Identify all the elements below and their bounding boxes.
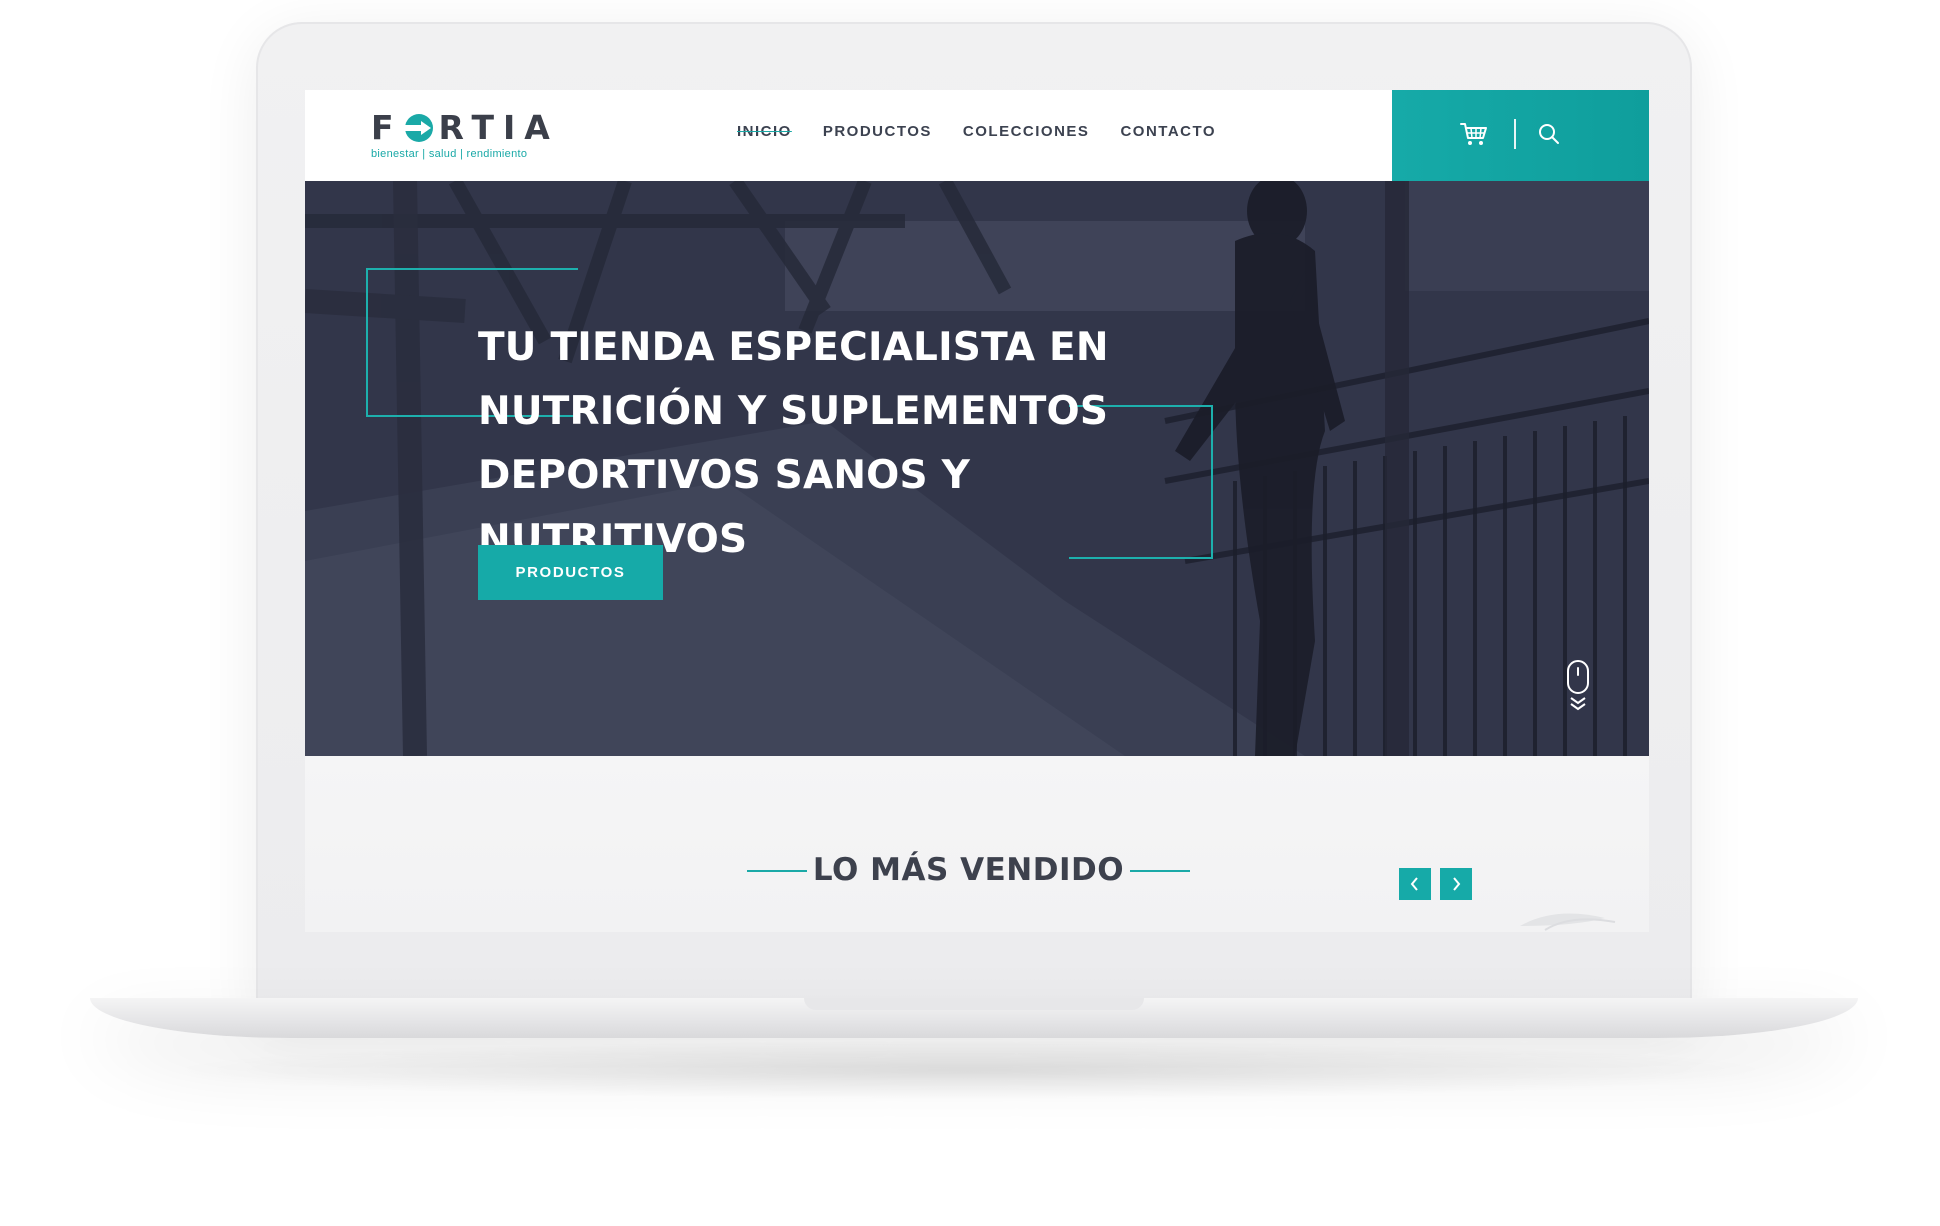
search-icon[interactable] [1538, 123, 1560, 145]
carousel-next-button[interactable] [1440, 868, 1472, 900]
chevron-left-icon [1410, 877, 1418, 891]
brand-tagline: bienestar | salud | rendimiento [371, 148, 528, 160]
hero-products-button[interactable]: PRODUCTOS [478, 545, 663, 600]
section-divider-right [1130, 870, 1190, 872]
brand-arrow-icon [402, 114, 433, 142]
brand-wordmark: F RTIA [371, 110, 559, 146]
bestsellers-section: LO MÁS VENDIDO [305, 756, 1649, 932]
brand-name-left: F [371, 108, 403, 147]
main-nav: INICIO PRODUCTOS COLECCIONES CONTACTO [737, 123, 1216, 140]
hero-title: TU TIENDA ESPECIALISTA EN NUTRICIÓN Y SU… [478, 316, 1218, 572]
leaf-decoration [1520, 913, 1616, 931]
laptop-notch [804, 998, 1144, 1010]
section-divider-left [747, 870, 807, 872]
mouse-scroll-icon[interactable] [1566, 660, 1590, 712]
nav-item-colecciones[interactable]: COLECCIONES [963, 123, 1090, 140]
brand-logo[interactable]: F RTIA bienestar | salud | rendimiento [371, 110, 559, 161]
header-divider [1514, 119, 1516, 149]
laptop-screen: F RTIA bienestar | salud | rendimiento I… [305, 90, 1649, 932]
hero-title-line-2: NUTRICIÓN Y SUPLEMENTOS [478, 389, 1109, 434]
chevron-right-icon [1453, 877, 1461, 891]
bestsellers-title: LO MÁS VENDIDO [812, 852, 1125, 888]
shopping-cart-icon[interactable] [1460, 121, 1488, 147]
hero-title-line-1: TU TIENDA ESPECIALISTA EN [478, 325, 1109, 370]
header-actions [1392, 90, 1649, 181]
brand-name-right: RTIA [438, 108, 559, 147]
laptop-shadow [160, 1040, 1780, 1100]
site-header: F RTIA bienestar | salud | rendimiento I… [305, 90, 1649, 181]
nav-item-contacto[interactable]: CONTACTO [1120, 123, 1216, 140]
nav-item-productos[interactable]: PRODUCTOS [823, 123, 932, 140]
hero-banner: TU TIENDA ESPECIALISTA EN NUTRICIÓN Y SU… [305, 181, 1649, 756]
nav-item-inicio[interactable]: INICIO [737, 123, 792, 140]
carousel-prev-button[interactable] [1399, 868, 1431, 900]
